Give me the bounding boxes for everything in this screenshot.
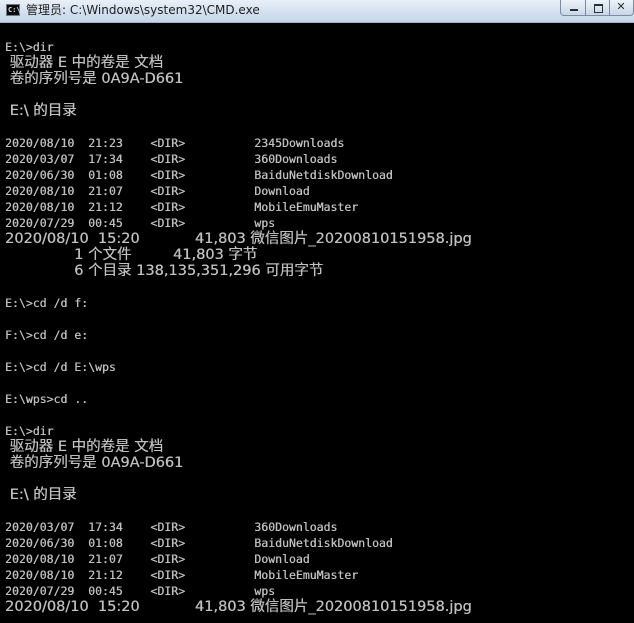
console-line: 2020/06/30 01:08 <DIR> BaiduNetdiskDownl… [5, 168, 393, 182]
console-line: 2020/03/07 17:34 <DIR> 360Downloads [5, 152, 338, 166]
console-line: 驱动器 E 中的卷是 文档 [5, 439, 164, 455]
console-output[interactable]: E:\>dir 驱动器 E 中的卷是 文档 卷的序列号是 0A9A-D661 E… [0, 23, 634, 623]
console-line: E:\>cd /d f: [5, 296, 89, 310]
console-line: E:\wps>cd .. [5, 392, 89, 406]
console-line: 1 个文件 41,803 字节 [5, 247, 258, 263]
cmd-icon[interactable]: C:\ [6, 4, 21, 16]
close-button[interactable]: ✕ [610, 0, 634, 16]
title-bar[interactable]: C:\ 管理员: C:\Windows\system32\CMD.exe ✕ [0, 0, 634, 23]
console-line: E:\ 的目录 [5, 103, 77, 119]
console-line: 驱动器 E 中的卷是 文档 [5, 55, 164, 71]
console-line: E:\>dir [5, 424, 54, 438]
maximize-icon [594, 4, 603, 13]
window-title: 管理员: C:\Windows\system32\CMD.exe [26, 3, 260, 17]
console-line: 卷的序列号是 0A9A-D661 [5, 71, 184, 87]
console-line: 2020/08/10 21:07 <DIR> Download [5, 184, 310, 198]
console-line: 2020/07/29 00:45 <DIR> wps [5, 584, 276, 598]
console-line: 2020/08/10 21:23 <DIR> 2345Downloads [5, 136, 345, 150]
console-line: 2020/08/10 21:12 <DIR> MobileEmuMaster [5, 200, 359, 214]
console-line: F:\>cd /d e: [5, 328, 89, 342]
console-line: 2020/06/30 01:08 <DIR> BaiduNetdiskDownl… [5, 536, 393, 550]
cmd-window: C:\ 管理员: C:\Windows\system32\CMD.exe ✕ E… [0, 0, 634, 623]
console-line: 2020/07/29 00:45 <DIR> wps [5, 216, 276, 230]
console-line: E:\>dir [5, 40, 54, 54]
console-line: 2020/08/10 21:12 <DIR> MobileEmuMaster [5, 568, 359, 582]
console-line: 2020/08/10 21:07 <DIR> Download [5, 552, 310, 566]
close-icon: ✕ [616, 0, 626, 13]
minimize-button[interactable] [560, 0, 586, 16]
maximize-button[interactable] [586, 0, 610, 16]
minimize-icon [570, 9, 578, 11]
console-line: 6 个目录 138,135,351,296 可用字节 [5, 263, 324, 279]
console-line: 2020/03/07 17:34 <DIR> 360Downloads [5, 520, 338, 534]
console-line: 2020/08/10 15:20 41,803 微信图片_20200810151… [5, 231, 472, 247]
console-line: E:\ 的目录 [5, 487, 77, 503]
console-line: E:\>cd /d E:\wps [5, 360, 116, 374]
console-line: 2020/08/10 15:20 41,803 微信图片_20200810151… [5, 599, 472, 615]
console-line: 卷的序列号是 0A9A-D661 [5, 455, 184, 471]
